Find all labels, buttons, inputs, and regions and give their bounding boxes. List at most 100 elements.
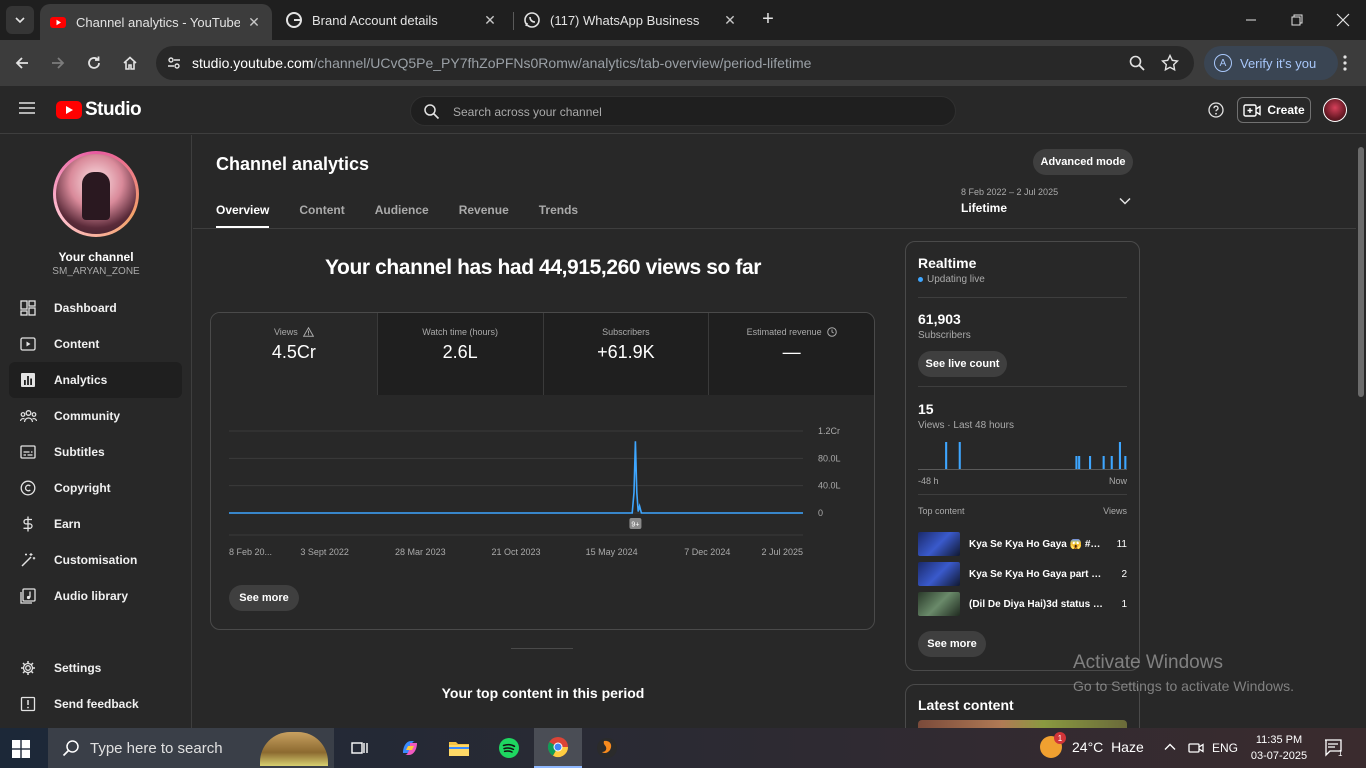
close-tab-icon[interactable]: ✕ (246, 14, 262, 30)
site-settings-icon[interactable] (166, 55, 182, 71)
menu-icon[interactable] (18, 100, 36, 116)
realtime-bar[interactable] (1078, 456, 1081, 470)
sidebar-item-settings[interactable]: Settings (9, 650, 182, 686)
latest-content-title: Latest content (918, 697, 1014, 713)
chevron-up-icon[interactable] (1163, 740, 1177, 754)
close-tab-icon[interactable]: ✕ (482, 12, 498, 28)
section-divider (511, 648, 573, 649)
taskbar-search[interactable]: Type here to search (48, 728, 334, 768)
tab-trends[interactable]: Trends (539, 203, 578, 228)
task-view-icon (351, 742, 368, 754)
restore-button[interactable] (1274, 0, 1320, 40)
language-indicator[interactable]: ENG (1212, 741, 1238, 755)
views-chart[interactable]: 1.2Cr 80.0L 40.0L 0 9+ 8 Feb 20... 3 Sept 2022… (211, 395, 874, 575)
task-view-button[interactable] (336, 728, 384, 768)
tab-overview[interactable]: Overview (216, 203, 270, 228)
realtime-bar[interactable] (1075, 456, 1078, 470)
page-scrollbar[interactable] (1356, 135, 1366, 728)
back-button[interactable] (11, 52, 33, 74)
weather-widget[interactable]: 1 24°C Haze (1040, 732, 1144, 758)
forward-button[interactable] (47, 52, 69, 74)
studio-logo[interactable]: Studio (56, 99, 142, 121)
tab-revenue[interactable]: Revenue (459, 203, 509, 228)
realtime-bar[interactable] (1124, 456, 1127, 470)
realtime-views-label: Views · Last 48 hours (918, 420, 1014, 431)
sidebar-item-subtitles[interactable]: Subtitles (9, 434, 182, 470)
sidebar-item-dashboard[interactable]: Dashboard (9, 290, 182, 326)
period-selector[interactable]: 8 Feb 2022 – 2 Jul 2025 Lifetime (961, 187, 1143, 219)
channel-search[interactable] (410, 96, 956, 126)
sidebar-item-audio-library[interactable]: Audio library (9, 578, 182, 614)
top-content-row[interactable]: Kya Se Kya Ho Gaya 😱 #tre... 11 (918, 532, 1127, 556)
browser-tab-strip: Channel analytics - YouTube Studio ✕ Bra… (0, 0, 1366, 40)
close-tab-icon[interactable]: ✕ (722, 12, 738, 28)
search-input[interactable] (453, 102, 933, 122)
verify-identity-button[interactable]: A Verify it's you (1204, 46, 1338, 80)
realtime-status-text: Updating live (927, 274, 985, 285)
see-live-count-button[interactable]: See live count (918, 351, 1007, 377)
bookmark-star-icon[interactable] (1161, 54, 1179, 72)
realtime-bar[interactable] (958, 442, 961, 470)
help-icon[interactable] (1208, 102, 1224, 118)
realtime-bar[interactable] (1110, 456, 1113, 470)
x-tick-label: 21 Oct 2023 (491, 547, 540, 557)
tab-search-button[interactable] (6, 6, 34, 34)
fl-studio-app[interactable] (583, 728, 631, 768)
copilot-app[interactable] (386, 728, 434, 768)
tab-whatsapp[interactable]: (117) WhatsApp Business ✕ (522, 0, 748, 40)
latest-video-thumbnail[interactable] (918, 720, 1127, 728)
tab-content[interactable]: Content (299, 203, 344, 228)
notification-count: 1 (1338, 749, 1343, 757)
realtime-bar[interactable] (1089, 456, 1092, 470)
sidebar-item-community[interactable]: Community (9, 398, 182, 434)
metric-views[interactable]: Views 4.5Cr (211, 313, 377, 395)
sidebar-item-copyright[interactable]: Copyright (9, 470, 182, 506)
realtime-bar[interactable] (1102, 456, 1105, 470)
chrome-app[interactable] (534, 728, 582, 768)
tab-brand-account[interactable]: Brand Account details ✕ (284, 0, 508, 40)
address-bar[interactable]: studio.youtube.com/channel/UCvQ5Pe_PY7fh… (156, 46, 1194, 80)
advanced-mode-button[interactable]: Advanced mode (1033, 149, 1133, 175)
create-button[interactable]: Create (1237, 97, 1311, 123)
sidebar-item-content[interactable]: Content (9, 326, 182, 362)
fl-studio-icon (597, 738, 617, 758)
minimize-button[interactable] (1228, 0, 1274, 40)
account-avatar[interactable] (1323, 98, 1347, 122)
views-series-line[interactable] (229, 441, 803, 514)
youtube-logo-icon (56, 101, 82, 119)
tab-title: Brand Account details (312, 12, 438, 28)
meet-now-icon[interactable] (1188, 740, 1204, 756)
top-content-row[interactable]: Kya Se Kya Ho Gaya part 2😱... 2 (918, 562, 1127, 586)
sidebar-item-earn[interactable]: Earn (9, 506, 182, 542)
scrollbar-thumb[interactable] (1358, 147, 1364, 397)
realtime-axis-end: Now (1108, 476, 1127, 486)
zoom-icon[interactable] (1128, 54, 1146, 72)
sidebar-item-label: Settings (54, 661, 102, 675)
top-content-row[interactable]: (Dil De Diya Hai)3d status | w... 1 (918, 592, 1127, 616)
sidebar-item-analytics[interactable]: Analytics (9, 362, 182, 398)
file-explorer-app[interactable] (435, 728, 483, 768)
home-button[interactable] (119, 52, 141, 74)
sidebar: Your channel SM_ARYAN_ZONE Dashboard Con… (0, 135, 192, 728)
browser-menu-button[interactable] (1334, 52, 1356, 74)
sidebar-item-customisation[interactable]: Customisation (9, 542, 182, 578)
metric-watch-time[interactable]: Watch time (hours) 2.6L (376, 313, 543, 395)
close-window-button[interactable] (1320, 0, 1366, 40)
metric-subscribers[interactable]: Subscribers +61.9K (542, 313, 709, 395)
notification-center-button[interactable]: 1 (1324, 739, 1344, 757)
spotify-app[interactable] (485, 728, 533, 768)
sidebar-item-send-feedback[interactable]: Send feedback (9, 686, 182, 722)
realtime-bar[interactable] (1118, 442, 1121, 470)
channel-avatar[interactable] (53, 151, 139, 237)
tab-audience[interactable]: Audience (375, 203, 429, 228)
metric-estimated-revenue[interactable]: Estimated revenue — (708, 313, 874, 395)
realtime-bar[interactable] (945, 442, 948, 470)
realtime-see-more-button[interactable]: See more (918, 631, 986, 657)
system-clock[interactable]: 11:35 PM 03-07-2025 (1248, 732, 1310, 764)
realtime-bar-chart[interactable] (918, 436, 1127, 470)
new-tab-button[interactable]: + (758, 9, 778, 30)
see-more-button[interactable]: See more (229, 585, 299, 611)
tab-channel-analytics[interactable]: Channel analytics - YouTube Studio ✕ (40, 4, 272, 40)
reload-button[interactable] (83, 52, 105, 74)
windows-start-icon[interactable] (12, 740, 30, 758)
